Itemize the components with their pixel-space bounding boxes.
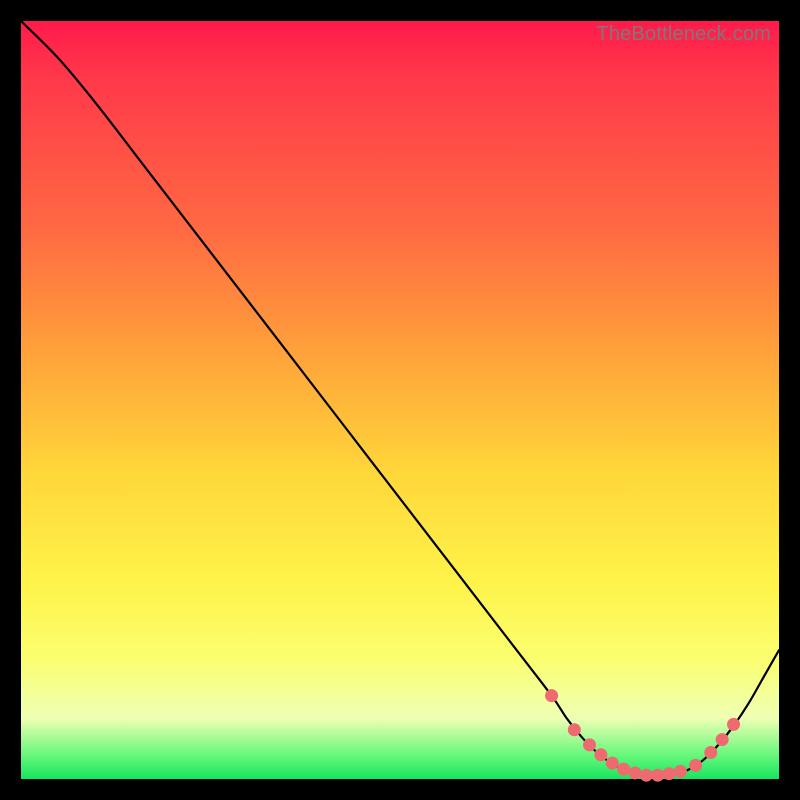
highlight-dot — [640, 769, 653, 782]
highlight-dots — [545, 689, 740, 782]
highlight-dot — [674, 765, 687, 778]
highlight-dot — [568, 723, 581, 736]
highlight-dot — [689, 759, 702, 772]
highlight-dot — [663, 767, 676, 780]
highlight-dot — [716, 733, 729, 746]
curve-layer — [21, 21, 779, 779]
highlight-dot — [606, 757, 619, 770]
highlight-dot — [545, 689, 558, 702]
highlight-dot — [651, 769, 664, 782]
highlight-dot — [617, 763, 630, 776]
highlight-dot — [704, 746, 717, 759]
bottleneck-curve — [21, 21, 779, 776]
highlight-dot — [594, 748, 607, 761]
highlight-dot — [727, 718, 740, 731]
highlight-dot — [583, 738, 596, 751]
highlight-dot — [628, 766, 641, 779]
plot-area: TheBottleneck.com — [21, 21, 779, 779]
chart-frame: TheBottleneck.com — [0, 0, 800, 800]
